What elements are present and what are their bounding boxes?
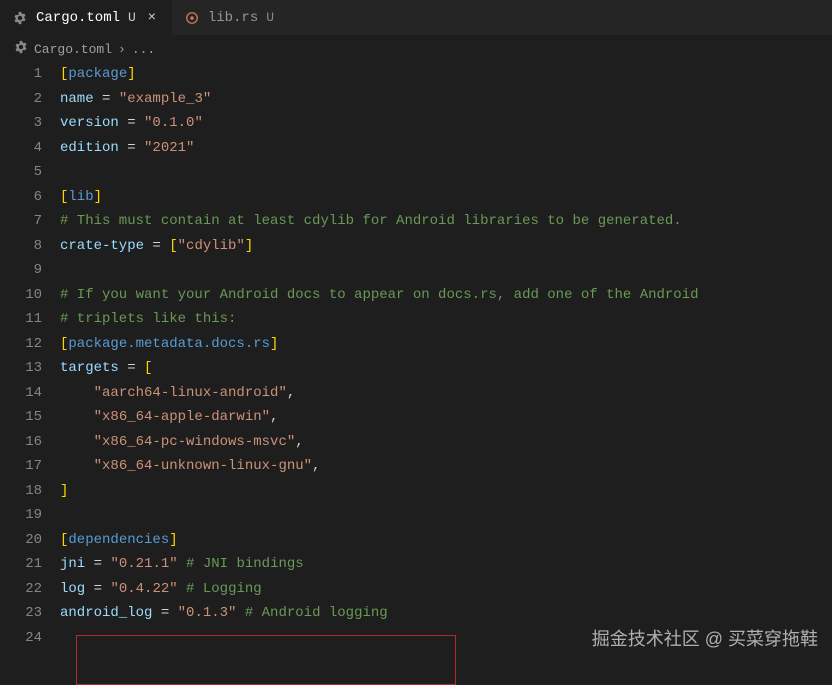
code-line[interactable]: # This must contain at least cdylib for … [60,209,832,234]
code-line[interactable]: [package] [60,62,832,87]
breadcrumb-separator: › [118,42,126,57]
code-line[interactable] [60,160,832,185]
line-number-gutter: 123456789101112131415161718192021222324 [0,62,60,650]
line-number: 15 [0,405,42,430]
code-area[interactable]: [package]name = "example_3"version = "0.… [60,62,832,650]
tab-status: U [266,10,274,25]
code-line[interactable]: [dependencies] [60,528,832,553]
code-line[interactable]: android_log = "0.1.3" # Android logging [60,601,832,626]
code-line[interactable]: "x86_64-unknown-linux-gnu", [60,454,832,479]
code-line[interactable]: targets = [ [60,356,832,381]
code-line[interactable]: [package.metadata.docs.rs] [60,332,832,357]
code-line[interactable]: log = "0.4.22" # Logging [60,577,832,602]
line-number: 23 [0,601,42,626]
rust-file-icon [184,10,200,26]
line-number: 8 [0,234,42,259]
tab-status: U [128,10,136,25]
line-number: 10 [0,283,42,308]
line-number: 18 [0,479,42,504]
code-line[interactable]: ] [60,479,832,504]
code-line[interactable] [60,503,832,528]
line-number: 13 [0,356,42,381]
line-number: 14 [0,381,42,406]
code-line[interactable]: jni = "0.21.1" # JNI bindings [60,552,832,577]
line-number: 19 [0,503,42,528]
line-number: 5 [0,160,42,185]
line-number: 1 [0,62,42,87]
tab-label: lib.rs [208,10,258,26]
tab-Cargo-toml[interactable]: Cargo.toml U × [0,0,172,35]
line-number: 7 [0,209,42,234]
line-number: 9 [0,258,42,283]
line-number: 3 [0,111,42,136]
line-number: 6 [0,185,42,210]
code-line[interactable]: [lib] [60,185,832,210]
code-line[interactable]: edition = "2021" [60,136,832,161]
breadcrumb[interactable]: Cargo.toml › ... [0,36,832,62]
watermark: 掘金技术社区 @ 买菜穿拖鞋 [592,625,818,651]
line-number: 11 [0,307,42,332]
tab-lib-rs[interactable]: lib.rs U [172,0,286,35]
breadcrumb-file: Cargo.toml [34,42,112,57]
line-number: 16 [0,430,42,455]
line-number: 22 [0,577,42,602]
line-number: 20 [0,528,42,553]
code-editor[interactable]: 123456789101112131415161718192021222324 … [0,62,832,650]
line-number: 2 [0,87,42,112]
gear-icon [14,40,28,58]
code-line[interactable]: # triplets like this: [60,307,832,332]
code-line[interactable]: version = "0.1.0" [60,111,832,136]
code-line[interactable] [60,258,832,283]
code-line[interactable]: "x86_64-apple-darwin", [60,405,832,430]
tab-label: Cargo.toml [36,10,120,26]
line-number: 12 [0,332,42,357]
code-line[interactable]: name = "example_3" [60,87,832,112]
line-number: 4 [0,136,42,161]
tab-bar: Cargo.toml U × lib.rs U [0,0,832,36]
line-number: 24 [0,626,42,651]
breadcrumb-more: ... [132,42,155,57]
close-icon[interactable]: × [144,10,160,26]
code-line[interactable]: crate-type = ["cdylib"] [60,234,832,259]
gear-icon [12,10,28,26]
code-line[interactable]: # If you want your Android docs to appea… [60,283,832,308]
code-line[interactable]: "aarch64-linux-android", [60,381,832,406]
code-line[interactable]: "x86_64-pc-windows-msvc", [60,430,832,455]
line-number: 21 [0,552,42,577]
line-number: 17 [0,454,42,479]
